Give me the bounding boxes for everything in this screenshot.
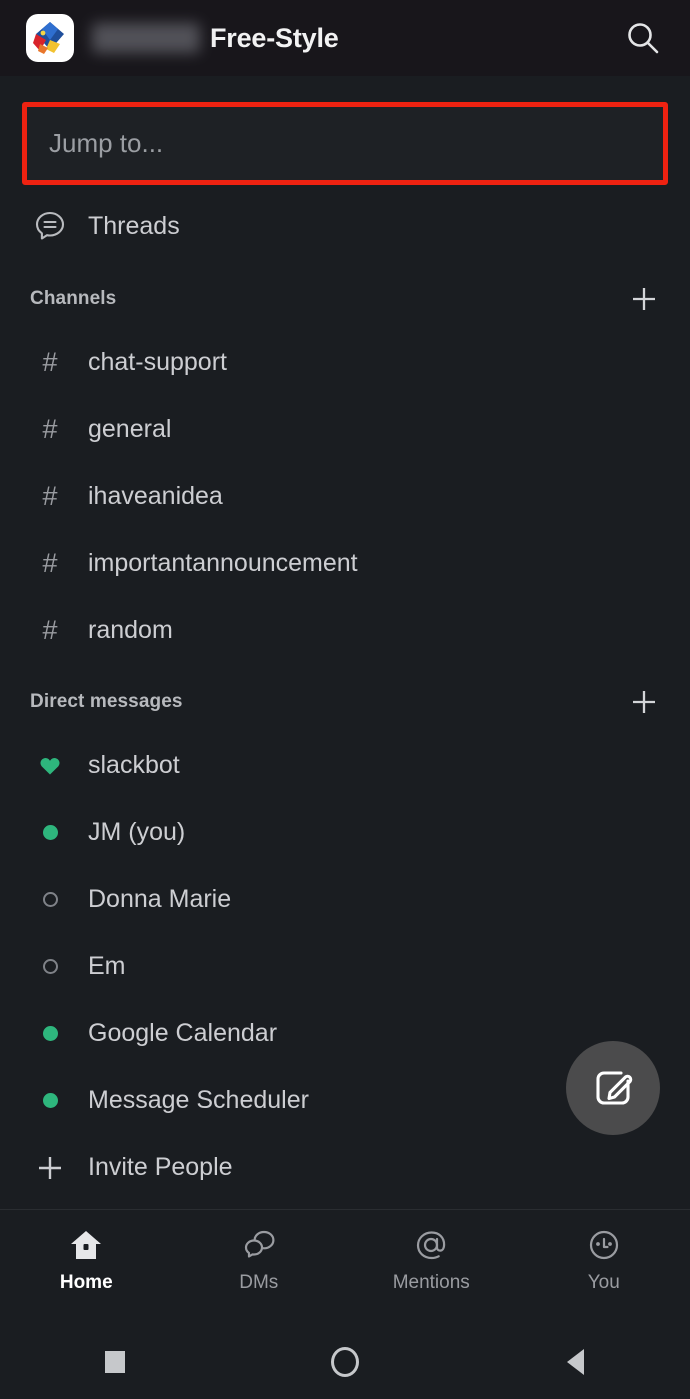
presence-dot-offline <box>30 892 70 907</box>
sidebar-scroll-area[interactable]: Jump to... Threads Channels # chat-suppo… <box>0 76 690 1209</box>
channel-label: importantannouncement <box>88 549 358 577</box>
dms-bubbles-icon <box>244 1230 275 1258</box>
heart-icon <box>30 756 70 776</box>
hash-glyph: # <box>42 615 58 645</box>
add-dm-button[interactable] <box>624 682 664 722</box>
channels-section-header: Channels <box>0 269 690 329</box>
dm-label: Message Scheduler <box>88 1086 309 1114</box>
channel-label: chat-support <box>88 348 227 376</box>
jump-to-input[interactable]: Jump to... <box>22 102 668 185</box>
triangle-back-icon <box>566 1349 584 1375</box>
you-avatar-icon <box>589 1230 618 1260</box>
at-sign-icon <box>417 1231 446 1260</box>
presence-dot-online <box>30 1026 70 1041</box>
compose-button[interactable] <box>566 1041 660 1135</box>
dm-section-title: Direct messages <box>30 691 183 712</box>
sidebar-item-channel[interactable]: # importantannouncement <box>0 530 690 597</box>
bottom-navigation: Home DMs Mentions You <box>0 1209 690 1325</box>
android-back-button[interactable] <box>460 1349 690 1375</box>
dm-section-header: Direct messages <box>0 672 690 732</box>
jump-to-wrapper: Jump to... <box>22 102 668 185</box>
workspace-name-redacted <box>92 23 200 53</box>
presence-dot-offline <box>30 959 70 974</box>
presence-dot-online <box>30 1093 70 1108</box>
sidebar-item-dm[interactable]: Donna Marie <box>0 866 690 933</box>
hash-glyph: # <box>42 481 58 511</box>
nav-tab-home[interactable]: Home <box>0 1226 173 1294</box>
sidebar-item-channel[interactable]: # general <box>0 396 690 463</box>
channel-label: random <box>88 616 173 644</box>
channel-label: ihaveanidea <box>88 482 223 510</box>
channel-label: general <box>88 415 172 443</box>
plus-icon <box>30 1152 70 1184</box>
sidebar-item-threads[interactable]: Threads <box>0 191 690 261</box>
invite-people-label: Invite People <box>88 1153 233 1181</box>
app-header: Free-Style <box>0 0 690 76</box>
search-button[interactable] <box>620 15 666 61</box>
sidebar-item-channel[interactable]: # chat-support <box>0 329 690 396</box>
workspace-title[interactable]: Free-Style <box>92 23 620 54</box>
hash-glyph: # <box>42 414 58 444</box>
channels-section-title: Channels <box>30 288 117 309</box>
dm-label: Em <box>88 952 126 980</box>
compose-pencil-icon <box>596 1071 633 1105</box>
nav-label-mentions: Mentions <box>392 1272 470 1293</box>
dm-label: JM (you) <box>88 818 186 846</box>
hash-icon: # <box>30 483 70 510</box>
workspace-logo-glyph <box>33 22 64 54</box>
hash-icon: # <box>30 550 70 577</box>
square-recents-icon <box>105 1351 125 1373</box>
sidebar-item-channel[interactable]: # random <box>0 597 690 664</box>
sidebar-item-channel[interactable]: # ihaveanidea <box>0 463 690 530</box>
hash-icon: # <box>30 617 70 644</box>
slack-mobile-app: Free-Style Jump to... Threads Channels #… <box>0 0 690 1399</box>
sidebar-item-invite-people[interactable]: Invite People <box>0 1134 690 1201</box>
sidebar-item-dm[interactable]: slackbot <box>0 732 690 799</box>
threads-label: Threads <box>88 211 180 240</box>
threads-bubble-icon <box>30 209 70 243</box>
android-recents-button[interactable] <box>0 1351 230 1373</box>
nav-tab-you[interactable]: You <box>518 1226 690 1294</box>
android-system-nav <box>0 1325 690 1399</box>
workspace-name: Free-Style <box>210 22 339 53</box>
nav-label-you: You <box>587 1272 620 1293</box>
hash-glyph: # <box>42 548 58 578</box>
sidebar-item-dm[interactable]: JM (you) <box>0 799 690 866</box>
workspace-logo-icon[interactable] <box>26 14 74 62</box>
home-icon <box>71 1231 102 1259</box>
nav-label-dms: DMs <box>239 1272 279 1293</box>
hash-glyph: # <box>42 347 58 377</box>
hash-icon: # <box>30 349 70 376</box>
plus-icon <box>633 691 655 713</box>
dm-label: slackbot <box>88 751 180 779</box>
nav-tab-mentions[interactable]: Mentions <box>345 1226 518 1294</box>
nav-tab-dms[interactable]: DMs <box>173 1226 346 1294</box>
jump-to-placeholder: Jump to... <box>49 128 164 158</box>
plus-icon <box>633 288 655 310</box>
nav-label-home: Home <box>59 1272 113 1293</box>
dm-label: Google Calendar <box>88 1019 278 1047</box>
sidebar-item-dm[interactable]: Em <box>0 933 690 1000</box>
search-icon <box>628 23 659 54</box>
presence-dot-online <box>30 825 70 840</box>
dm-label: Donna Marie <box>88 885 232 913</box>
add-channel-button[interactable] <box>624 279 664 319</box>
android-home-button[interactable] <box>230 1347 460 1377</box>
circle-home-icon <box>331 1347 359 1377</box>
hash-icon: # <box>30 416 70 443</box>
